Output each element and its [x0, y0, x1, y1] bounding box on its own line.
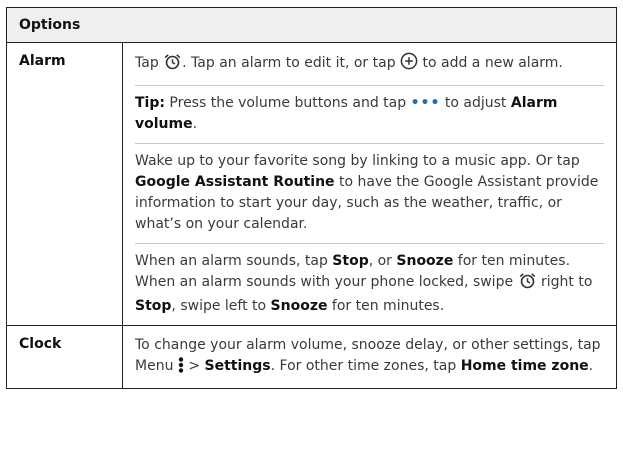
- more-dots-icon: •••: [410, 95, 441, 111]
- text-span: When an alarm sounds, tap: [135, 253, 333, 269]
- text-span: . For other time zones, tap: [270, 358, 461, 374]
- text-span: >: [183, 358, 205, 374]
- bold-term: Snooze: [396, 253, 454, 269]
- text-span: .: [588, 358, 594, 374]
- options-table: Options Alarm Tap . Tap an alarm to edit…: [6, 7, 617, 389]
- clock-paragraph-1: To change your alarm volume, snooze dela…: [135, 326, 604, 388]
- row-label-clock: Clock: [7, 326, 123, 388]
- bold-term: Settings: [204, 358, 271, 374]
- text-span: . Tap an alarm to edit it, or tap: [182, 55, 401, 71]
- tip-label: Tip:: [135, 95, 165, 111]
- alarm-paragraph-1: Tap . Tap an alarm to edit it, or tap to…: [135, 43, 604, 86]
- table-header-row: Options: [7, 8, 616, 42]
- text-span: Wake up to your favorite song by linking…: [135, 153, 580, 169]
- alarm-paragraph-4: When an alarm sounds, tap Stop, or Snooz…: [135, 244, 604, 325]
- text-span: to add a new alarm.: [418, 55, 563, 71]
- bold-term: Stop: [135, 298, 172, 314]
- bold-term: Google Assistant Routine: [135, 174, 335, 190]
- bold-term: Stop: [332, 253, 369, 269]
- row-content-alarm: Tap . Tap an alarm to edit it, or tap to…: [123, 43, 616, 325]
- row-content-clock: To change your alarm volume, snooze dela…: [123, 326, 616, 388]
- alarm-clock-icon: [518, 272, 537, 296]
- bold-term: Snooze: [270, 298, 328, 314]
- row-label-alarm: Alarm: [7, 43, 123, 325]
- table-header-title: Options: [19, 17, 81, 33]
- bold-term: Home time zone: [460, 358, 589, 374]
- alarm-paragraph-3: Wake up to your favorite song by linking…: [135, 144, 604, 244]
- text-span: for ten minutes.: [327, 298, 445, 314]
- alarm-tip-paragraph: Tip: Press the volume buttons and tap ••…: [135, 86, 604, 144]
- text-span: right to: [536, 274, 593, 290]
- text-span: .: [192, 116, 198, 132]
- add-circle-icon: [400, 52, 418, 77]
- text-span: Tap: [135, 55, 164, 71]
- text-span: , swipe left to: [171, 298, 271, 314]
- text-span: Press the volume buttons and tap: [164, 95, 411, 111]
- table-row-alarm: Alarm Tap . Tap an alarm to edit it, or …: [7, 42, 616, 325]
- alarm-clock-icon: [163, 53, 182, 77]
- text-span: to adjust: [440, 95, 511, 111]
- table-row-clock: Clock To change your alarm volume, snooz…: [7, 325, 616, 388]
- text-span: , or: [368, 253, 397, 269]
